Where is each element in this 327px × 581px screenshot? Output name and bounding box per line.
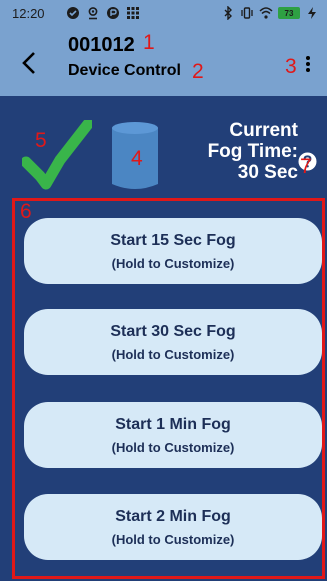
start-1-min-fog-button[interactable]: Start 1 Min Fog (Hold to Customize) [24, 402, 322, 468]
fog-button-subtitle: (Hold to Customize) [111, 256, 235, 271]
fog-button-title: Start 30 Sec Fog [110, 323, 236, 340]
start-30-sec-fog-button[interactable]: Start 30 Sec Fog (Hold to Customize) [24, 309, 322, 375]
more-vert-icon[interactable] [303, 54, 313, 74]
fog-time-line1: Current [229, 120, 298, 141]
battery-icon: 73 [278, 7, 300, 19]
annotation-label-6: 6 [20, 200, 32, 223]
fog-button-title: Start 15 Sec Fog [110, 232, 236, 249]
app-bar: 001012 Device Control 1 2 3 [0, 28, 327, 96]
fog-button-title: Start 1 Min Fog [115, 416, 231, 433]
check-mark-icon [22, 120, 92, 190]
check-circle-icon [67, 7, 79, 19]
wifi-icon [259, 7, 273, 19]
fog-button-subtitle: (Hold to Customize) [111, 532, 235, 547]
pocket-icon [107, 7, 119, 19]
fog-button-subtitle: (Hold to Customize) [111, 440, 235, 455]
annotation-label-3: 3 [285, 55, 297, 78]
charging-icon [308, 7, 316, 19]
status-left-icons [66, 6, 140, 20]
vibrate-icon [241, 7, 253, 19]
status-right-icons: 73 [221, 6, 319, 20]
start-2-min-fog-button[interactable]: Start 2 Min Fog (Hold to Customize) [24, 494, 322, 560]
bluetooth-icon [224, 6, 232, 20]
location-icon [88, 7, 98, 20]
annotation-label-4: 4 [131, 147, 143, 170]
fog-time-line2: Fog Time: [207, 141, 298, 162]
device-control-subtitle: Device Control [68, 62, 181, 79]
back-arrow-icon[interactable] [18, 50, 42, 76]
grid-icon [127, 7, 139, 19]
annotation-label-5: 5 [35, 129, 47, 152]
start-15-sec-fog-button[interactable]: Start 15 Sec Fog (Hold to Customize) [24, 218, 322, 284]
current-fog-time: Current Fog Time: 30 Sec [168, 120, 298, 183]
annotation-label-7: 7 [300, 155, 312, 178]
annotation-label-2: 2 [192, 60, 204, 83]
annotation-label-1: 1 [143, 31, 155, 54]
fog-button-title: Start 2 Min Fog [115, 508, 231, 525]
fog-time-value: 30 Sec [237, 162, 298, 183]
status-bar: 12:20 73 [0, 0, 327, 28]
status-time: 12:20 [12, 6, 45, 21]
device-id-title: 001012 [68, 34, 135, 56]
fog-button-subtitle: (Hold to Customize) [111, 347, 235, 362]
